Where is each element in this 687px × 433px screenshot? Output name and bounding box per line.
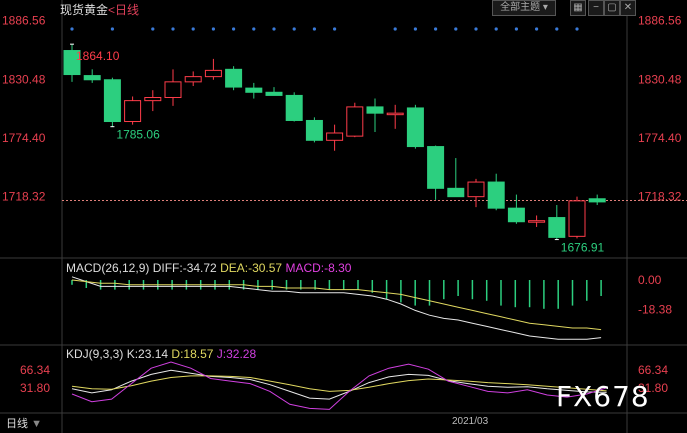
candle-body xyxy=(103,79,121,123)
extreme-label: 1676.91 xyxy=(561,241,605,255)
macd-panel: 0.00 -18.38 xyxy=(71,273,672,340)
candle-body xyxy=(285,94,303,121)
restore-icon[interactable]: ▢ xyxy=(604,0,620,16)
macd-tick-right: 0.00 xyxy=(638,273,662,287)
chart-canvas: 1886.56 1886.56 1830.48 1830.48 1774.40 1774.… xyxy=(0,0,687,433)
candle-body xyxy=(184,76,202,83)
kdj-d-line xyxy=(71,375,607,392)
kdj-tick-right: 66.34 xyxy=(638,363,668,377)
all-themes-button[interactable]: 全部主题 ▾ xyxy=(492,0,556,16)
marker-dot xyxy=(454,27,458,31)
kdj-tick-left: 31.80 xyxy=(20,381,50,395)
price-panel: 1886.56 1886.56 1830.48 1830.48 1774.40 1774.… xyxy=(2,14,687,255)
period-tab[interactable]: 日线 ▼ xyxy=(6,415,42,431)
price-tick-right: 1830.48 xyxy=(638,72,682,86)
price-tick-left: 1830.48 xyxy=(2,72,46,86)
kdj-j-line xyxy=(71,361,607,410)
marker-dot xyxy=(535,27,539,31)
x-axis-date-label: 2021/03 xyxy=(452,416,489,427)
candle-body xyxy=(427,146,445,189)
kdj-legend-item: K:23.14 xyxy=(123,347,168,361)
candle-body xyxy=(305,119,323,141)
marker-dot xyxy=(333,27,337,31)
price-tick-right: 1774.40 xyxy=(638,131,682,145)
price-tick-right: 1718.32 xyxy=(638,189,682,203)
marker-dot xyxy=(232,27,236,31)
marker-dot xyxy=(70,27,74,31)
macd-legend-item: MACD:-8.30 xyxy=(282,261,352,275)
candle-body xyxy=(164,81,182,99)
period-tab-label: 日线 xyxy=(6,418,28,430)
marker-dot xyxy=(474,27,478,31)
candle-body xyxy=(406,107,424,148)
candle-body xyxy=(467,181,485,198)
kdj-legend: KDJ(9,3,3) K:23.14 D:18.57 J:32.28 xyxy=(66,347,256,361)
macd-dea-line xyxy=(71,279,602,331)
marker-dot xyxy=(252,27,256,31)
candle-body xyxy=(83,75,101,81)
period-subtitle: <日线 xyxy=(108,3,140,17)
extreme-label: 1864.10 xyxy=(76,49,120,63)
candle-body xyxy=(265,91,283,96)
marker-dot xyxy=(413,27,417,31)
candle-body xyxy=(124,100,142,123)
candle-body xyxy=(386,112,404,116)
macd-tick-right: -18.38 xyxy=(638,302,672,316)
marker-dot xyxy=(434,27,438,31)
macd-legend-item: DEA:-30.57 xyxy=(217,261,283,275)
all-themes-label: 全部主题 xyxy=(500,2,541,13)
kdj-legend-item: KDJ(9,3,3) xyxy=(66,347,123,361)
macd-legend-item: DIFF:-34.72 xyxy=(149,261,217,275)
marker-dot xyxy=(312,27,316,31)
grid-view-icon[interactable]: ▦ xyxy=(570,0,586,16)
marker-dot xyxy=(272,27,276,31)
candle-body xyxy=(204,69,222,78)
candle-body xyxy=(346,106,364,137)
instrument-name: 现货黄金 xyxy=(60,3,109,17)
candle-body xyxy=(245,87,263,93)
candle-body xyxy=(225,68,243,88)
watermark-logo: FX678 xyxy=(556,380,650,413)
candle-body xyxy=(528,220,546,223)
instrument-title[interactable]: 现货黄金<日线 xyxy=(60,1,139,18)
candle-body xyxy=(326,132,344,141)
marker-dot xyxy=(292,27,296,31)
kdj-legend-item: J:32.28 xyxy=(213,347,256,361)
price-tick-left: 1718.32 xyxy=(2,189,46,203)
marker-dot xyxy=(494,27,498,31)
price-tick-left: 1886.56 xyxy=(2,14,46,28)
candle-body xyxy=(548,217,566,238)
marker-dot xyxy=(514,27,519,31)
marker-dot xyxy=(211,27,215,31)
candle-body xyxy=(447,187,465,198)
marker-dot xyxy=(393,27,397,31)
candle-body xyxy=(507,207,525,223)
marker-dot xyxy=(110,27,114,31)
candle-body xyxy=(568,200,586,237)
candle-body xyxy=(144,97,162,102)
macd-diff-line xyxy=(71,276,602,340)
candle-body xyxy=(366,106,384,114)
macd-legend: MACD(26,12,9) DIFF:-34.72 DEA:-30.57 MAC… xyxy=(66,261,352,275)
price-tick-left: 1774.40 xyxy=(2,131,46,145)
panel-legends: MACD(26,12,9) DIFF:-34.72 DEA:-30.57 MAC… xyxy=(66,261,352,361)
minimize-icon[interactable]: − xyxy=(588,0,604,16)
price-tick-right: 1886.56 xyxy=(638,14,682,28)
kdj-tick-left: 66.34 xyxy=(20,363,50,377)
close-icon[interactable]: ✕ xyxy=(620,0,636,16)
marker-dot xyxy=(171,27,175,31)
macd-legend-item: MACD(26,12,9) xyxy=(66,261,149,275)
marker-dot xyxy=(151,27,155,31)
marker-dot xyxy=(575,27,579,31)
candle-body xyxy=(487,181,505,209)
kdj-legend-item: D:18.57 xyxy=(168,347,214,361)
candle-body xyxy=(588,198,606,203)
period-tab-arrow-icon: ▼ xyxy=(31,418,42,430)
marker-dot xyxy=(555,27,559,31)
marker-dot xyxy=(191,27,195,31)
extreme-label: 1785.06 xyxy=(116,128,160,142)
